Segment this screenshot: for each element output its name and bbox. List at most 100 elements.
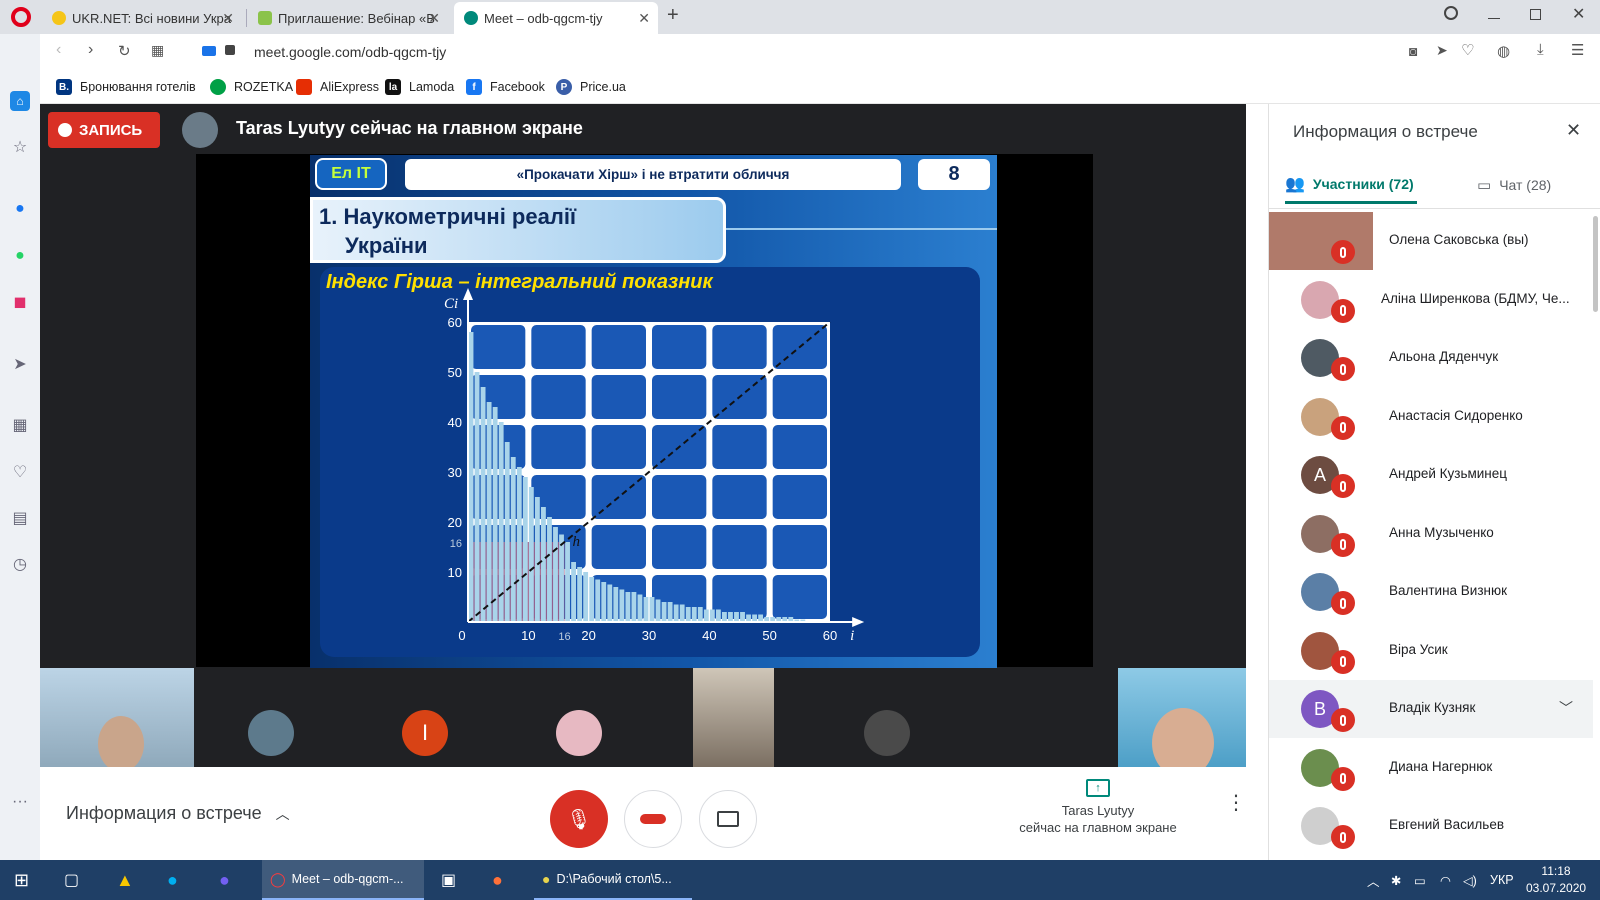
bar xyxy=(547,517,552,622)
more-options-icon[interactable]: ⋮ xyxy=(1226,793,1246,813)
participant-row[interactable]: Анастасія Сидоренко xyxy=(1269,388,1593,446)
participant-row[interactable]: Аліна Ширенкова (БДМУ, Че... xyxy=(1269,271,1593,329)
x-tick-label: 60 xyxy=(823,628,837,643)
reload-icon[interactable]: ↻ xyxy=(118,42,131,60)
participant-row[interactable]: A Андрей Кузьминец xyxy=(1269,446,1593,504)
participant-tile-avatar[interactable] xyxy=(194,668,348,767)
search-tabs-icon[interactable] xyxy=(1444,6,1458,20)
vpn-icon[interactable]: ◍ xyxy=(1497,42,1510,60)
tab-participants[interactable]: 👥 Участники (72) xyxy=(1285,166,1417,204)
bookmark-heart-icon[interactable]: ♡ xyxy=(1461,41,1474,59)
more-icon[interactable]: ··· xyxy=(10,792,30,812)
firefox-icon[interactable]: ● xyxy=(492,860,503,900)
grid-cell xyxy=(712,525,767,569)
close-tab-icon[interactable]: ✕ xyxy=(638,10,650,27)
snapshot-icon[interactable]: ◙ xyxy=(1409,43,1417,59)
star-icon[interactable]: ☆ xyxy=(10,137,30,157)
close-tab-icon[interactable]: ✕ xyxy=(222,10,234,27)
participant-tile-camera[interactable] xyxy=(1118,668,1246,767)
new-tab-icon[interactable]: + xyxy=(667,4,679,27)
participant-row[interactable]: Диана Нагернюк xyxy=(1269,739,1593,797)
camera-toggle-button[interactable] xyxy=(699,790,757,848)
minimize-icon[interactable] xyxy=(1488,18,1500,19)
participant-tile-letter[interactable]: I xyxy=(348,668,502,767)
participant-row[interactable]: Валентина Визнюк xyxy=(1269,563,1593,621)
taskbar-item-folder[interactable]: ● D:\Рабочий стол\5... xyxy=(534,860,692,900)
hangup-icon xyxy=(640,814,666,824)
taskbar-item-meet[interactable]: ◯ Meet – odb-qgcm-... xyxy=(262,860,424,900)
camera-indicator-icon[interactable] xyxy=(202,46,216,56)
start-button[interactable]: ⊞ xyxy=(14,860,29,900)
instagram-icon[interactable]: ◼ xyxy=(10,292,30,312)
skype-icon[interactable]: ● xyxy=(167,860,178,900)
participant-row[interactable]: Олена Саковська (вы) xyxy=(1269,212,1593,270)
participant-row[interactable]: B Владік Кузняк ﹀ xyxy=(1269,680,1593,738)
chevron-down-icon[interactable]: ﹀ xyxy=(1559,698,1573,718)
participant-name: Аліна Ширенкова (БДМУ, Че... xyxy=(1381,290,1570,306)
tab-meet[interactable]: Meet – odb-qgcm-tjy ✕ xyxy=(454,2,658,34)
mute-mic-button[interactable]: 🎙 xyxy=(550,790,608,848)
bookmark-priceua[interactable]: P Price.ua xyxy=(556,79,626,95)
bookmark-aliexpress[interactable]: AliExpress xyxy=(296,79,379,95)
participant-tile-avatar[interactable] xyxy=(810,668,964,767)
participant-tile-camera[interactable] xyxy=(656,668,810,767)
viber-icon[interactable]: ● xyxy=(219,860,230,900)
opera-logo-icon[interactable] xyxy=(11,7,31,27)
bookmark-booking[interactable]: B. Бронювання готелів xyxy=(56,79,196,95)
panel-divider xyxy=(1269,208,1600,209)
clock[interactable]: 11:18 03.07.2020 xyxy=(1526,863,1586,897)
participant-row[interactable]: Альона Дяденчук xyxy=(1269,329,1593,387)
close-window-icon[interactable]: ✕ xyxy=(1572,4,1585,24)
apps-icon[interactable]: ▦ xyxy=(10,415,30,435)
scrollbar[interactable] xyxy=(1593,216,1598,312)
download-icon[interactable]: ⤓ xyxy=(1537,41,1544,58)
send-icon[interactable]: ➤ xyxy=(10,354,30,374)
participant-tile-camera[interactable] xyxy=(40,668,194,767)
whatsapp-icon[interactable]: ● xyxy=(10,246,30,266)
grid-cell xyxy=(591,525,646,569)
bar xyxy=(758,614,764,622)
participant-tile-avatar[interactable] xyxy=(502,668,656,767)
forward-icon[interactable]: › xyxy=(88,41,93,59)
close-tab-icon[interactable]: ✕ xyxy=(428,10,440,27)
participant-name: Валентина Визнюк xyxy=(1389,583,1508,598)
bookmark-lamoda[interactable]: la Lamoda xyxy=(385,79,454,95)
tray-chevron-icon[interactable]: ︿ xyxy=(1367,860,1380,900)
participant-row[interactable]: Евгений Васильев xyxy=(1269,797,1593,855)
back-icon[interactable]: ‹ xyxy=(56,41,61,59)
tab-invitation[interactable]: Приглашение: Вебінар «В ✕ xyxy=(248,2,448,34)
leave-call-button[interactable] xyxy=(624,790,682,848)
speed-dial-icon[interactable]: ▦ xyxy=(151,42,164,59)
home-icon[interactable]: ⌂ xyxy=(10,91,30,111)
bookmark-facebook[interactable]: f Facebook xyxy=(466,79,545,95)
battery-icon[interactable]: ▭ xyxy=(1414,860,1426,900)
messenger-icon[interactable]: ● xyxy=(10,199,30,219)
grid-cell xyxy=(652,325,707,369)
bookmark-rozetka[interactable]: ROZETKA xyxy=(210,79,293,95)
tab-chat[interactable]: ▭ Чат (28) xyxy=(1477,166,1597,204)
volume-icon[interactable]: ◁) xyxy=(1463,860,1477,900)
save-disk-icon[interactable]: ▣ xyxy=(441,860,456,900)
bar xyxy=(728,612,733,622)
task-view-icon[interactable]: ▢ xyxy=(64,860,79,900)
participant-row[interactable]: Анна Музыченко xyxy=(1269,505,1593,563)
participant-row[interactable]: Віра Усик xyxy=(1269,622,1593,680)
wifi-icon[interactable]: ◠ xyxy=(1440,860,1451,900)
share-icon[interactable]: ➤ xyxy=(1436,42,1448,59)
record-badge[interactable]: ЗАПИСЬ xyxy=(48,112,160,148)
tab-ukrnet[interactable]: UKR.NET: Всі новини Укра ✕ xyxy=(42,2,242,34)
history-icon[interactable]: ◷ xyxy=(10,554,30,574)
meeting-info-toggle[interactable]: Информация о встрече ︿ xyxy=(66,803,290,824)
present-now-button[interactable]: ↑ Taras Lyutyy сейчас на главном экране xyxy=(1018,779,1178,849)
bluetooth-icon[interactable]: ✱ xyxy=(1391,860,1401,900)
easy-setup-icon[interactable]: ☰ xyxy=(1571,41,1584,59)
maximize-icon[interactable] xyxy=(1530,9,1541,20)
language-indicator[interactable]: УКР xyxy=(1490,860,1514,900)
news-icon[interactable]: ▤ xyxy=(10,508,30,528)
bar xyxy=(534,497,540,622)
app-icon-triangle[interactable]: ▲ xyxy=(116,860,134,900)
close-panel-icon[interactable]: ✕ xyxy=(1566,120,1581,141)
url-field[interactable]: meet.google.com/odb-qgcm-tjy xyxy=(254,44,446,60)
tab-label: Приглашение: Вебінар «В xyxy=(278,10,435,26)
heart-icon[interactable]: ♡ xyxy=(10,462,30,482)
